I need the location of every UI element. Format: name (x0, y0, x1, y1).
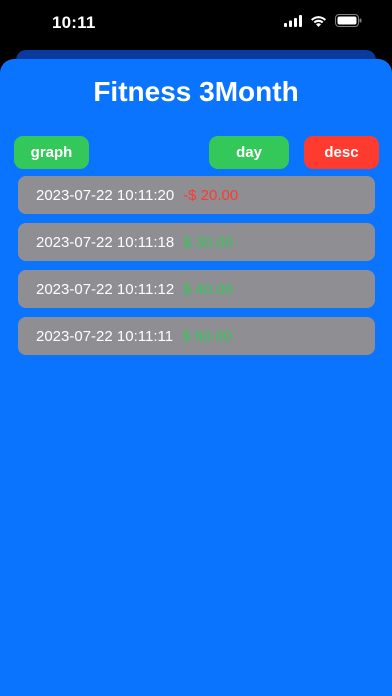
entry-timestamp: 2023-07-22 10:11:20 (36, 186, 175, 204)
status-icons (284, 14, 362, 32)
entry-amount: $ 40.00 (183, 280, 234, 298)
entry-amount: -$ 20.00 (183, 186, 239, 204)
list-item[interactable]: 2023-07-22 10:11:18 $ 30.00 (18, 223, 375, 261)
status-time: 10:11 (52, 13, 96, 32)
list-item[interactable]: 2023-07-22 10:11:11 $ 60.00 (18, 317, 375, 355)
desc-button[interactable]: desc (304, 136, 379, 169)
entry-timestamp: 2023-07-22 10:11:18 (36, 233, 175, 251)
status-bar: 10:11 (0, 0, 392, 46)
list-item[interactable]: 2023-07-22 10:11:12 $ 40.00 (18, 270, 375, 308)
entry-timestamp: 2023-07-22 10:11:12 (36, 280, 175, 298)
battery-icon (335, 14, 362, 32)
entry-timestamp: 2023-07-22 10:11:11 (36, 327, 174, 345)
graph-button[interactable]: graph (14, 136, 89, 169)
entry-amount: $ 30.00 (183, 233, 234, 251)
wifi-icon (310, 14, 327, 32)
page-title: Fitness 3Month (93, 76, 299, 107)
day-button[interactable]: day (209, 136, 289, 169)
list-item[interactable]: 2023-07-22 10:11:20 -$ 20.00 (18, 176, 375, 214)
entry-amount: $ 60.00 (182, 327, 233, 345)
signal-icon (284, 14, 302, 32)
